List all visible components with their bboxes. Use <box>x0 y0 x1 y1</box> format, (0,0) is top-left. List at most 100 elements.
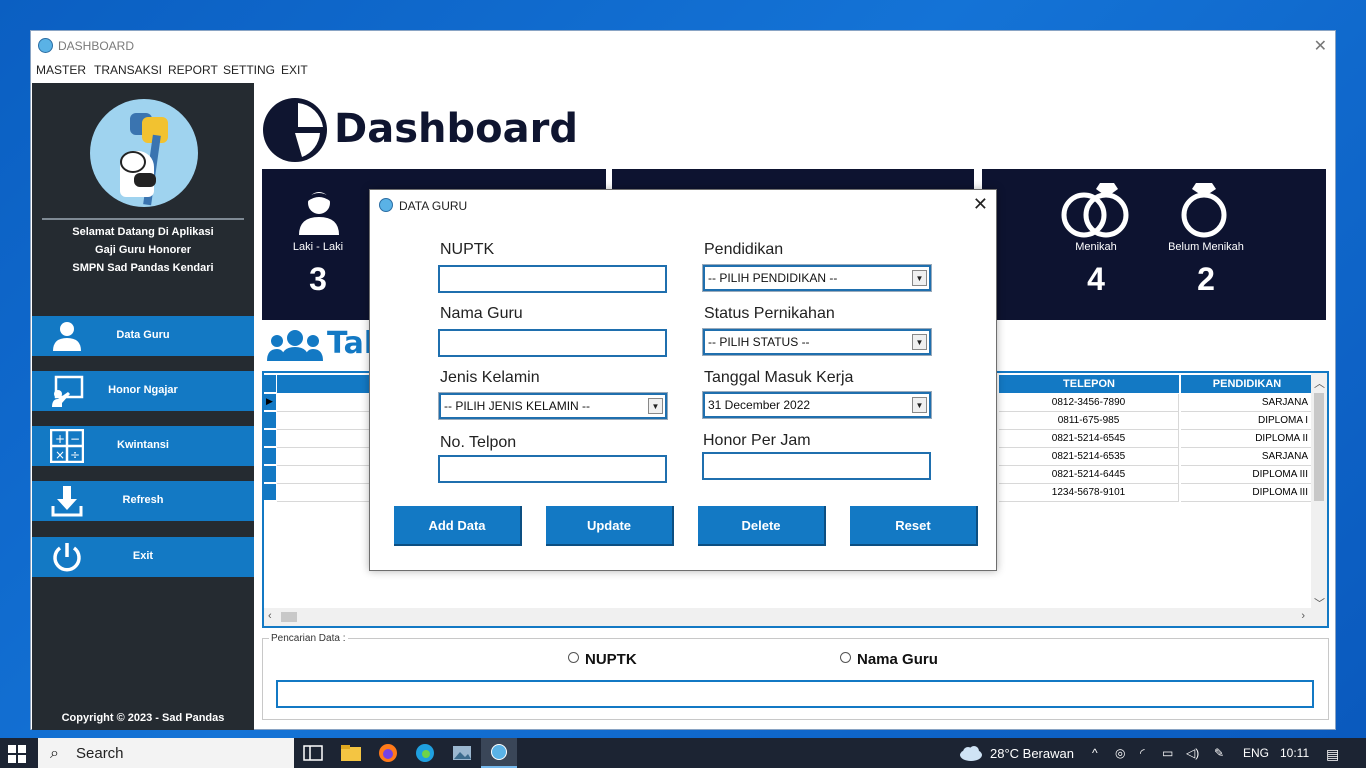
sidebar-divider <box>42 218 244 220</box>
welcome-line-2: Gaji Guru Honorer <box>95 244 191 256</box>
rings-icon <box>1061 183 1129 238</box>
row-header-selected[interactable]: ▶ <box>264 394 276 411</box>
taskbar-search[interactable]: ⌕ Search <box>38 738 294 768</box>
cloud-weather-icon[interactable] <box>958 743 984 763</box>
nav-refresh-button[interactable]: Refresh <box>32 481 254 521</box>
window-title: DASHBOARD <box>58 39 135 53</box>
nav-honor-ngajar-button[interactable]: Honor Ngajar <box>32 371 254 411</box>
app-icon <box>379 198 393 212</box>
firefox-icon[interactable] <box>377 743 399 763</box>
radio-dot <box>840 652 851 663</box>
radio-nuptk[interactable]: NUPTK <box>568 651 637 668</box>
nama-guru-field[interactable] <box>438 329 667 357</box>
scroll-left-icon[interactable]: ‹ <box>268 610 272 622</box>
clock[interactable]: 10:11 <box>1280 746 1309 760</box>
weather-text[interactable]: 28°C Berawan <box>990 746 1074 761</box>
add-data-button[interactable]: Add Data <box>394 506 522 546</box>
wifi-icon[interactable]: ◜ <box>1140 746 1145 760</box>
menu-transaksi[interactable]: TRANSAKSI <box>94 63 162 77</box>
stat-belum-value: 2 <box>1197 261 1215 297</box>
pen-icon[interactable]: ✎ <box>1214 746 1224 760</box>
scroll-right-icon[interactable]: › <box>1301 610 1305 622</box>
radio-label: NUPTK <box>585 651 637 668</box>
scroll-up-icon[interactable]: ︿ <box>1314 375 1325 391</box>
select-value: -- PILIH STATUS -- <box>708 335 810 349</box>
cell-pendidikan: DIPLOMA II <box>1181 430 1313 448</box>
nuptk-field[interactable] <box>438 265 667 293</box>
edge-icon[interactable] <box>414 743 436 763</box>
delete-button[interactable]: Delete <box>698 506 826 546</box>
welcome-line-3: SMPN Sad Pandas Kendari <box>72 262 214 274</box>
horizontal-scrollbar[interactable]: ‹ › <box>264 608 1327 626</box>
battery-icon[interactable]: ▭ <box>1162 746 1173 760</box>
close-icon[interactable]: ✕ <box>973 194 988 215</box>
language-indicator[interactable]: ENG <box>1243 746 1269 760</box>
stat-laki: Laki - Laki 3 <box>282 241 354 298</box>
task-view-icon[interactable] <box>302 743 324 763</box>
active-app-tab[interactable] <box>481 738 517 768</box>
label-pendidikan: Pendidikan <box>704 241 784 258</box>
cell-telepon: 1234-5678-9101 <box>999 484 1179 502</box>
cell-pendidikan: SARJANA <box>1181 394 1313 412</box>
file-explorer-icon[interactable] <box>340 743 362 763</box>
pendidikan-select[interactable]: -- PILIH PENDIDIKAN -- ▼ <box>702 264 932 292</box>
search-input[interactable] <box>276 680 1314 708</box>
avatar <box>90 99 198 207</box>
row-header[interactable] <box>264 484 276 501</box>
stat-menikah: Menikah 4 <box>1052 241 1140 298</box>
chevron-down-icon[interactable]: ▼ <box>912 270 927 286</box>
row-header[interactable] <box>264 430 276 447</box>
sidebar: Selamat Datang Di Aplikasi Gaji Guru Hon… <box>32 83 254 730</box>
nav-exit-button[interactable]: Exit <box>32 537 254 577</box>
stat-laki-label: Laki - Laki <box>292 241 344 253</box>
radio-dot <box>568 652 579 663</box>
column-header-telepon[interactable]: TELEPON <box>999 375 1179 393</box>
select-value: -- PILIH JENIS KELAMIN -- <box>444 399 591 413</box>
power-icon <box>53 543 81 572</box>
svg-text:+: + <box>55 432 65 446</box>
close-icon[interactable]: ✕ <box>1314 36 1327 56</box>
cell-pendidikan: DIPLOMA III <box>1181 466 1313 484</box>
column-header-pendidikan[interactable]: PENDIDIKAN <box>1181 375 1313 393</box>
svg-text:−: − <box>70 432 80 446</box>
windows-start-icon[interactable] <box>8 745 26 763</box>
search-icon: ⌕ <box>50 745 59 762</box>
vertical-scrollbar[interactable]: ︿ ﹀ <box>1311 373 1327 610</box>
vertical-scroll-thumb[interactable] <box>1314 393 1324 501</box>
nav-kwintansi-button[interactable]: + − × ÷ Kwintansi <box>32 426 254 466</box>
chevron-down-icon[interactable]: ▼ <box>912 334 927 350</box>
volume-icon[interactable]: ◁) <box>1186 746 1199 760</box>
select-value: -- PILIH PENDIDIKAN -- <box>708 271 838 285</box>
menu-bar: MASTER TRANSAKSI REPORT SETTING EXIT <box>31 61 1335 81</box>
male-user-icon <box>299 192 339 235</box>
chevron-down-icon[interactable]: ▼ <box>648 398 663 414</box>
row-header[interactable] <box>264 466 276 483</box>
reset-button[interactable]: Reset <box>850 506 978 546</box>
tanggal-date-picker[interactable]: 31 December 2022 ▼ <box>702 391 932 419</box>
row-header[interactable] <box>264 448 276 465</box>
jenis-kelamin-select[interactable]: -- PILIH JENIS KELAMIN -- ▼ <box>438 392 668 420</box>
label-tanggal: Tanggal Masuk Kerja <box>704 369 854 386</box>
teacher-board-icon <box>52 375 84 407</box>
nav-data-guru-button[interactable]: Data Guru <box>32 316 254 356</box>
photos-app-icon[interactable] <box>451 743 473 763</box>
row-header[interactable] <box>264 412 276 429</box>
meet-icon[interactable]: ◎ <box>1115 746 1125 760</box>
honor-field[interactable] <box>702 452 931 480</box>
panda-arm <box>134 173 156 187</box>
label-nuptk: NUPTK <box>440 241 495 258</box>
menu-report[interactable]: REPORT <box>168 63 218 77</box>
menu-setting[interactable]: SETTING <box>223 63 275 77</box>
menu-exit[interactable]: EXIT <box>281 63 308 77</box>
update-button[interactable]: Update <box>546 506 674 546</box>
calendar-dropdown-icon[interactable]: ▼ <box>912 397 927 413</box>
menu-master[interactable]: MASTER <box>36 63 86 77</box>
status-select[interactable]: -- PILIH STATUS -- ▼ <box>702 328 932 356</box>
horizontal-scroll-thumb[interactable] <box>281 612 297 622</box>
radio-nama-guru[interactable]: Nama Guru <box>840 651 938 668</box>
chevron-up-icon[interactable]: ^ <box>1092 746 1098 760</box>
cell-telepon: 0812-3456-7890 <box>999 394 1179 412</box>
notification-icon[interactable]: ▤ <box>1326 746 1339 763</box>
telpon-field[interactable] <box>438 455 667 483</box>
dialog-title-bar: DATA GURU ✕ <box>370 190 996 220</box>
